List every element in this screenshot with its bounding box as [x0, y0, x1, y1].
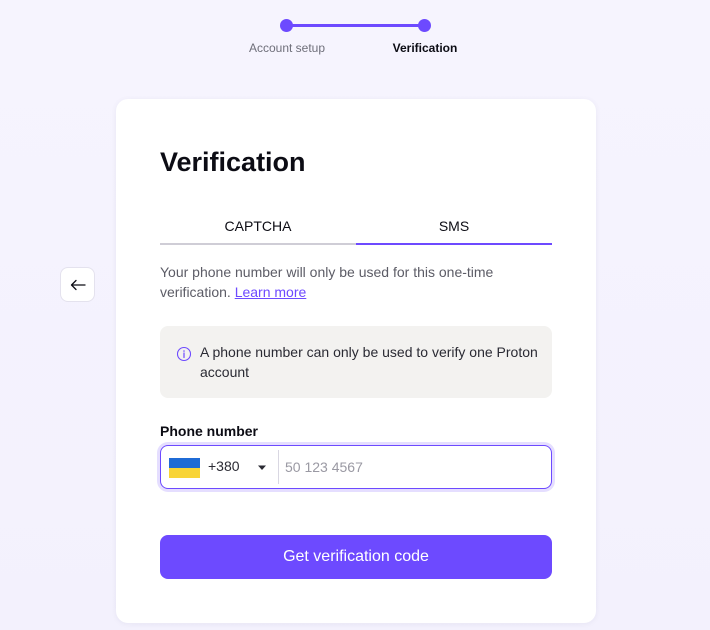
info-icon	[176, 346, 192, 362]
tab-underline-sms-active	[356, 243, 552, 245]
phone-number-label: Phone number	[160, 423, 259, 439]
country-code-select[interactable]: +380	[161, 446, 279, 488]
description: Your phone number will only be used for …	[160, 262, 552, 302]
verification-method-tabs: CAPTCHA SMS	[160, 213, 552, 245]
phone-number-input[interactable]	[285, 454, 543, 480]
step-dot-verification	[418, 19, 431, 32]
learn-more-link[interactable]: Learn more	[235, 284, 307, 300]
field-divider	[278, 450, 279, 484]
tab-captcha[interactable]: CAPTCHA	[160, 213, 356, 245]
chevron-down-icon	[258, 465, 266, 470]
stepper: Account setup Verification	[0, 0, 710, 70]
dial-code: +380	[208, 458, 240, 474]
back-button[interactable]	[60, 267, 95, 302]
phone-number-field: +380	[160, 445, 552, 489]
verification-card: Verification CAPTCHA SMS Your phone numb…	[116, 99, 596, 623]
step-label-verification: Verification	[392, 41, 458, 55]
page-title: Verification	[160, 147, 306, 177]
ukraine-flag-icon	[169, 458, 200, 478]
info-text: A phone number can only be used to verif…	[200, 344, 538, 380]
step-connector	[292, 24, 420, 27]
get-verification-code-button[interactable]: Get verification code	[160, 535, 552, 579]
arrow-left-icon	[70, 279, 86, 290]
info-notice: A phone number can only be used to verif…	[160, 326, 552, 398]
description-text: Your phone number will only be used for …	[160, 264, 494, 300]
tab-underline-captcha	[160, 243, 356, 245]
tab-sms[interactable]: SMS	[356, 213, 552, 245]
step-label-account-setup: Account setup	[248, 41, 326, 55]
